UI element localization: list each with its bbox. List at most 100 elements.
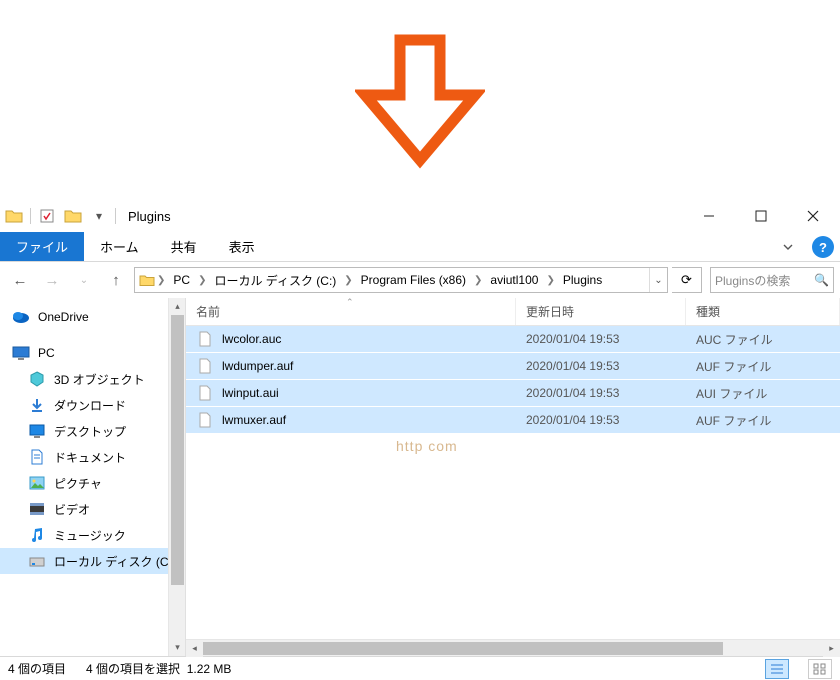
search-placeholder: Pluginsの検索 [715, 272, 790, 289]
ribbon-expand-icon[interactable] [768, 232, 808, 261]
nav-label: 3D オブジェクト [54, 371, 145, 388]
chevron-right-icon[interactable]: ❯ [472, 275, 484, 286]
back-button[interactable]: ← [6, 266, 34, 294]
nav-desktop[interactable]: デスクトップ [0, 418, 185, 444]
search-icon: 🔍 [814, 273, 829, 287]
chevron-right-icon[interactable]: ❯ [196, 275, 208, 286]
up-button[interactable]: ↑ [102, 266, 130, 294]
file-row[interactable]: lwmuxer.auf2020/01/04 19:53AUF ファイル [186, 407, 840, 434]
crumb-aviutl[interactable]: aviutl100 [484, 268, 544, 292]
file-name: lwmuxer.auf [222, 413, 286, 427]
nav-pc[interactable]: PC [0, 340, 185, 366]
tab-home[interactable]: ホーム [84, 232, 155, 261]
breadcrumb[interactable]: ❯ PC ❯ ローカル ディスク (C:) ❯ Program Files (x… [134, 267, 668, 293]
file-date: 2020/01/04 19:53 [516, 413, 686, 427]
address-bar: ← → ⌄ ↑ ❯ PC ❯ ローカル ディスク (C:) ❯ Program … [0, 262, 840, 298]
file-name: lwcolor.auc [222, 332, 281, 346]
chevron-right-icon[interactable]: ❯ [342, 275, 354, 286]
nav-onedrive[interactable]: OneDrive [0, 304, 185, 330]
recent-dropdown[interactable]: ⌄ [70, 266, 98, 294]
file-icon [196, 384, 214, 402]
close-button[interactable] [790, 201, 836, 231]
file-name: lwdumper.auf [222, 359, 293, 373]
video-icon [28, 500, 46, 518]
minimize-button[interactable] [686, 201, 732, 231]
column-headers: 名前 ⌃ 更新日時 種類 [186, 298, 840, 326]
file-row[interactable]: lwinput.aui 2020/01/04 19:53AUI ファイル [186, 380, 840, 407]
file-list-pane: 名前 ⌃ 更新日時 種類 lwcolor.auc 2020/01/04 19:53… [186, 298, 840, 656]
desktop-icon [28, 422, 46, 440]
picture-icon [28, 474, 46, 492]
navigation-pane: OneDrive PC 3D オブジェクト ダウンロード デスクトップ ドキュメ… [0, 298, 186, 656]
scroll-right-icon[interactable]: ▸ [823, 640, 840, 657]
tab-share[interactable]: 共有 [155, 232, 213, 261]
forward-button[interactable]: → [38, 266, 66, 294]
nav-scrollbar[interactable]: ▴ ▾ [168, 298, 185, 656]
file-type: AUC ファイル [686, 331, 840, 348]
nav-label: PC [38, 346, 55, 360]
column-date[interactable]: 更新日時 [516, 298, 686, 325]
status-bar: 4 個の項目 4 個の項目を選択 1.22 MB [0, 656, 840, 680]
crumb-plugins[interactable]: Plugins [557, 268, 608, 292]
document-icon [28, 448, 46, 466]
view-icons-button[interactable] [808, 659, 832, 679]
nav-label: ミュージック [54, 527, 126, 544]
search-input[interactable]: Pluginsの検索 🔍 [710, 267, 834, 293]
file-type: AUF ファイル [686, 358, 840, 375]
h-scrollbar[interactable]: ◂ ▸ [186, 639, 840, 656]
tab-view[interactable]: 表示 [213, 232, 271, 261]
status-selection: 4 個の項目を選択 1.22 MB [86, 660, 231, 677]
address-dropdown[interactable]: ⌄ [649, 268, 667, 292]
onedrive-icon [12, 308, 30, 326]
scroll-left-icon[interactable]: ◂ [186, 640, 203, 657]
column-type[interactable]: 種類 [686, 298, 840, 325]
down-arrow-icon [355, 30, 485, 170]
maximize-button[interactable] [738, 201, 784, 231]
nav-music[interactable]: ミュージック [0, 522, 185, 548]
crumb-pc[interactable]: PC [167, 268, 196, 292]
crumb-pf[interactable]: Program Files (x86) [355, 268, 472, 292]
nav-3d-objects[interactable]: 3D オブジェクト [0, 366, 185, 392]
drive-icon [28, 552, 46, 570]
qat-folder-icon[interactable] [63, 206, 83, 226]
scrollbar-thumb[interactable] [203, 642, 723, 655]
refresh-button[interactable]: ⟳ [672, 267, 702, 293]
annotation-arrow [0, 0, 840, 200]
properties-icon[interactable] [37, 206, 57, 226]
file-icon [196, 357, 214, 375]
scroll-down-icon[interactable]: ▾ [169, 639, 186, 656]
crumb-drive[interactable]: ローカル ディスク (C:) [208, 268, 342, 292]
qat-dropdown-icon[interactable]: ▾ [89, 206, 109, 226]
file-date: 2020/01/04 19:53 [516, 359, 686, 373]
title-bar: ▾ Plugins [0, 200, 840, 232]
nav-videos[interactable]: ビデオ [0, 496, 185, 522]
nav-documents[interactable]: ドキュメント [0, 444, 185, 470]
cube-icon [28, 370, 46, 388]
help-button[interactable]: ? [812, 236, 834, 258]
file-type: AUI ファイル [686, 385, 840, 402]
file-icon [196, 411, 214, 429]
tab-file[interactable]: ファイル [0, 232, 84, 261]
scroll-up-icon[interactable]: ▴ [169, 298, 186, 315]
nav-downloads[interactable]: ダウンロード [0, 392, 185, 418]
file-name: lwinput.aui [222, 386, 279, 400]
file-date: 2020/01/04 19:53 [516, 332, 686, 346]
chevron-right-icon[interactable]: ❯ [544, 275, 556, 286]
nav-label: ローカル ディスク (C:) [54, 553, 176, 570]
nav-label: ピクチャ [54, 475, 102, 492]
file-icon [196, 330, 214, 348]
window-title: Plugins [128, 209, 171, 224]
file-date: 2020/01/04 19:53 [516, 386, 686, 400]
nav-pictures[interactable]: ピクチャ [0, 470, 185, 496]
file-row[interactable]: lwdumper.auf 2020/01/04 19:53AUF ファイル [186, 353, 840, 380]
nav-local-disk-c[interactable]: ローカル ディスク (C:) [0, 548, 185, 574]
chevron-right-icon[interactable]: ❯ [155, 275, 167, 286]
sort-indicator-icon: ⌃ [346, 297, 354, 308]
column-name[interactable]: 名前 ⌃ [186, 298, 516, 325]
scrollbar-thumb[interactable] [171, 315, 184, 585]
nav-label: ドキュメント [54, 449, 126, 466]
nav-label: ダウンロード [54, 397, 126, 414]
view-details-button[interactable] [765, 659, 789, 679]
file-row[interactable]: lwcolor.auc 2020/01/04 19:53AUC ファイル [186, 326, 840, 353]
nav-label: OneDrive [38, 310, 89, 324]
